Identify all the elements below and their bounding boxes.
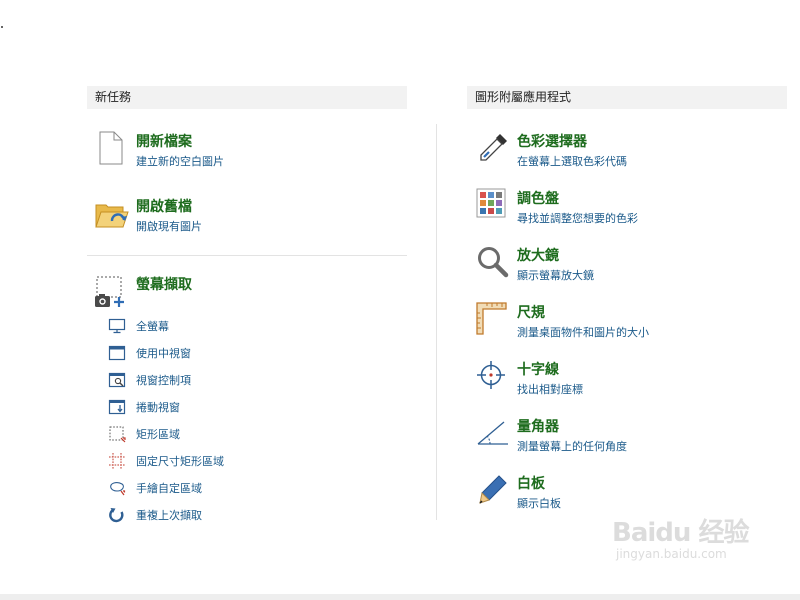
section-divider bbox=[87, 255, 407, 256]
open-file-task[interactable]: 開啟舊檔 開啟現有圖片 bbox=[95, 196, 355, 236]
crosshair-desc: 找出相對座標 bbox=[517, 383, 583, 396]
protractor-icon bbox=[477, 421, 508, 445]
color-picker-tool[interactable]: 色彩選擇器 在螢幕上選取色彩代碼 bbox=[476, 131, 756, 171]
color-palette-title: 調色盤 bbox=[517, 191, 559, 207]
new-file-task[interactable]: 開新檔案 建立新的空白圖片 bbox=[95, 131, 355, 171]
open-file-desc: 開啟現有圖片 bbox=[136, 220, 202, 233]
stray-dot bbox=[1, 26, 3, 28]
capture-scroll-window-label: 捲動視窗 bbox=[136, 401, 180, 414]
repeat-last-capture-label: 重複上次擷取 bbox=[136, 509, 202, 522]
whiteboard-title: 白板 bbox=[517, 476, 545, 492]
ruler-tool[interactable]: 尺規 測量桌面物件和圖片的大小 bbox=[476, 302, 756, 342]
accessories-header-label: 圖形附屬應用程式 bbox=[475, 90, 572, 104]
watermark-brand: Baidu 经验 bbox=[612, 518, 749, 548]
open-file-title: 開啟舊檔 bbox=[136, 199, 192, 215]
capture-active-window[interactable]: 使用中視窗 bbox=[108, 343, 308, 363]
repeat-capture-icon bbox=[109, 508, 124, 523]
crosshair-icon bbox=[477, 361, 505, 389]
magnifier-title: 放大鏡 bbox=[517, 248, 559, 264]
rectangle-region-icon bbox=[109, 426, 126, 443]
protractor-title: 量角器 bbox=[517, 419, 559, 435]
monitor-icon bbox=[108, 318, 126, 334]
capture-active-window-label: 使用中視窗 bbox=[136, 347, 191, 360]
new-file-title: 開新檔案 bbox=[136, 134, 192, 150]
accessories-header: 圖形附屬應用程式 bbox=[467, 86, 787, 109]
crosshair-tool[interactable]: 十字線 找出相對座標 bbox=[476, 359, 756, 399]
capture-freehand-region[interactable]: 手繪自定區域 bbox=[108, 478, 308, 498]
bottom-strip bbox=[0, 594, 800, 600]
scroll-window-icon bbox=[108, 399, 126, 415]
window-icon bbox=[108, 345, 126, 361]
magnifier-desc: 顯示螢幕放大鏡 bbox=[517, 269, 594, 282]
capture-rectangle-region-label: 矩形區域 bbox=[136, 428, 180, 441]
freehand-region-icon bbox=[110, 482, 126, 496]
ruler-title: 尺規 bbox=[517, 305, 545, 321]
color-palette-icon bbox=[476, 188, 506, 218]
color-picker-title: 色彩選擇器 bbox=[517, 134, 587, 150]
panel-divider bbox=[436, 124, 437, 520]
new-task-header-label: 新任務 bbox=[95, 90, 132, 104]
capture-window-control[interactable]: 視窗控制項 bbox=[108, 370, 308, 390]
ruler-icon bbox=[476, 302, 507, 335]
whiteboard-desc: 顯示白板 bbox=[517, 497, 561, 510]
repeat-last-capture[interactable]: 重複上次擷取 bbox=[108, 505, 308, 525]
whiteboard-tool[interactable]: 白板 顯示白板 bbox=[476, 473, 756, 513]
screen-capture-task[interactable]: 螢幕擷取 bbox=[94, 272, 314, 308]
new-task-header: 新任務 bbox=[87, 86, 407, 109]
capture-window-control-label: 視窗控制項 bbox=[136, 374, 191, 387]
capture-full-screen-label: 全螢幕 bbox=[136, 320, 169, 333]
crosshair-title: 十字線 bbox=[517, 362, 559, 378]
magnifier-tool[interactable]: 放大鏡 顯示螢幕放大鏡 bbox=[476, 245, 756, 285]
color-palette-tool[interactable]: 調色盤 尋找並調整您想要的色彩 bbox=[476, 188, 756, 228]
fixed-size-region-icon bbox=[109, 453, 125, 469]
protractor-tool[interactable]: 量角器 測量螢幕上的任何角度 bbox=[476, 416, 756, 456]
capture-full-screen[interactable]: 全螢幕 bbox=[108, 316, 308, 336]
whiteboard-pen-icon bbox=[479, 475, 507, 504]
capture-fixed-size-region[interactable]: 固定尺寸矩形區域 bbox=[108, 451, 308, 471]
screen-capture-title: 螢幕擷取 bbox=[136, 277, 192, 293]
protractor-desc: 測量螢幕上的任何角度 bbox=[517, 440, 627, 453]
capture-scroll-window[interactable]: 捲動視窗 bbox=[108, 397, 308, 417]
capture-freehand-region-label: 手繪自定區域 bbox=[136, 482, 202, 495]
window-control-icon bbox=[108, 372, 126, 388]
new-file-desc: 建立新的空白圖片 bbox=[136, 155, 224, 168]
eyedropper-icon bbox=[480, 134, 507, 161]
blank-page-icon bbox=[99, 131, 123, 165]
watermark-url: jingyan.baidu.com bbox=[616, 547, 727, 561]
capture-fixed-size-region-label: 固定尺寸矩形區域 bbox=[136, 455, 224, 468]
color-palette-desc: 尋找並調整您想要的色彩 bbox=[517, 212, 638, 225]
color-picker-desc: 在螢幕上選取色彩代碼 bbox=[517, 155, 627, 168]
ruler-desc: 測量桌面物件和圖片的大小 bbox=[517, 326, 649, 339]
magnifier-icon bbox=[478, 247, 509, 278]
screen-capture-camera-icon bbox=[95, 276, 124, 307]
open-folder-icon bbox=[95, 204, 129, 228]
baidu-watermark: Baidu 经验 jingyan.baidu.com bbox=[612, 512, 749, 561]
capture-rectangle-region[interactable]: 矩形區域 bbox=[108, 424, 308, 444]
